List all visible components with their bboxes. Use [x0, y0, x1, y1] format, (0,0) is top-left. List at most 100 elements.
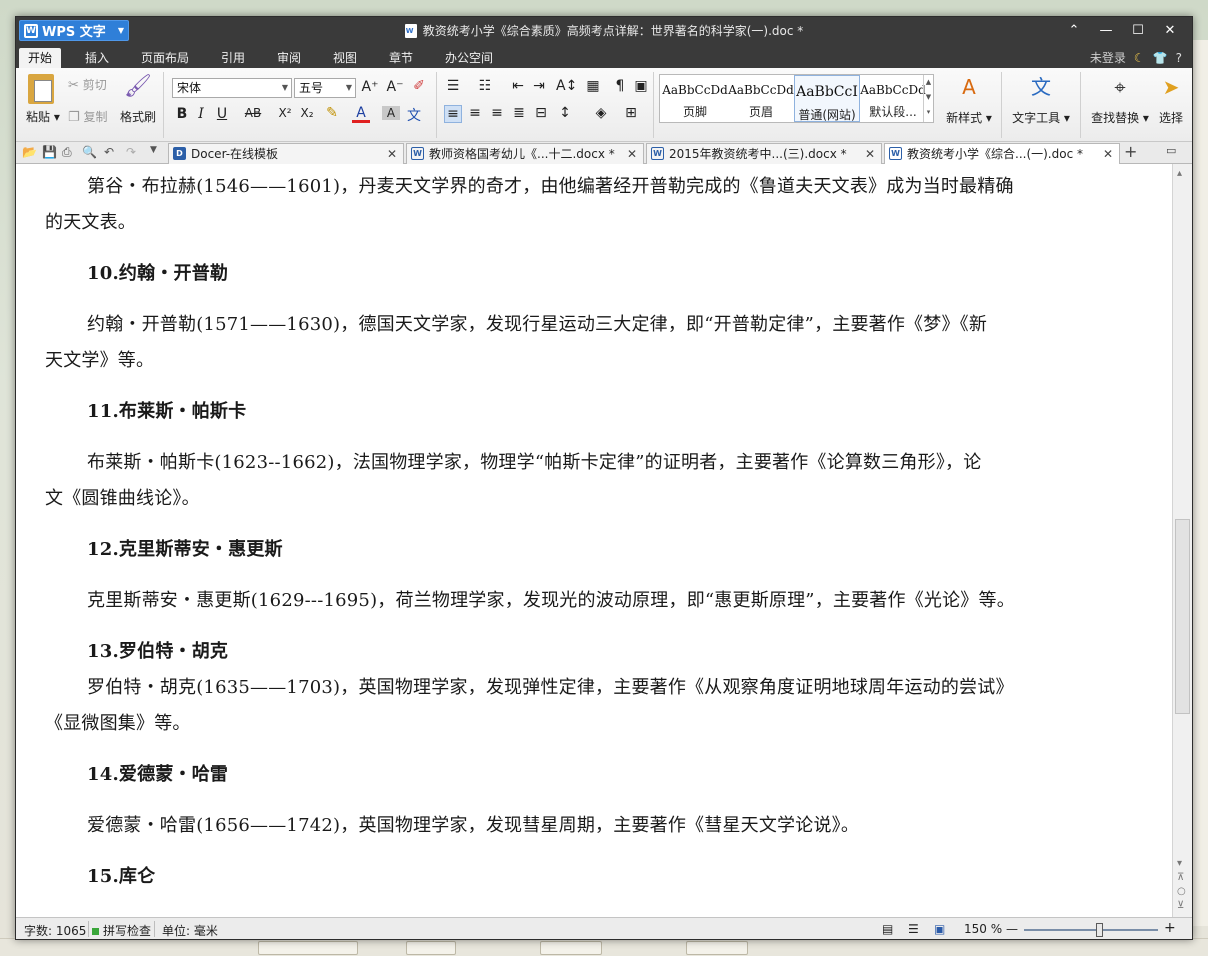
desktop-right-window-edge	[1192, 40, 1208, 926]
underline-button[interactable]: U	[213, 106, 231, 122]
justify-button[interactable]: ≣	[510, 105, 528, 121]
increase-indent-icon[interactable]: ⇥	[530, 78, 548, 94]
open-folder-icon[interactable]: 📂	[22, 145, 37, 159]
decrease-indent-icon[interactable]: ⇤	[509, 78, 527, 94]
brush-icon[interactable]: 🖌	[124, 74, 152, 99]
bullet-list-icon[interactable]: ☰	[444, 78, 462, 94]
close-icon[interactable]: ✕	[627, 144, 637, 164]
zoom-in-button[interactable]: +	[1164, 920, 1176, 936]
spell-check-button[interactable]: 拼写检查	[92, 922, 151, 939]
page-view-icon[interactable]: ▤	[882, 922, 893, 936]
style-header[interactable]: AaBbCcDd 页眉	[728, 75, 794, 122]
borders-icon[interactable]: ⊞	[622, 105, 640, 121]
format-painter-button[interactable]: 格式刷	[120, 108, 156, 125]
zoom-slider-thumb[interactable]	[1096, 923, 1103, 937]
bold-button[interactable]: B	[173, 106, 191, 122]
shirt-icon[interactable]: 👕	[1153, 51, 1168, 65]
clear-format-icon[interactable]: ✐	[410, 78, 428, 94]
tab-document-2[interactable]: W 2015年教资统考中...(三).docx * ✕	[646, 143, 882, 164]
gallery-scroll[interactable]: ▲ ▼ ▾	[923, 75, 933, 122]
char-shading-icon[interactable]: A	[382, 106, 400, 120]
tab-insert[interactable]: 插入	[76, 48, 118, 68]
strikethrough-button[interactable]: AB	[241, 106, 265, 120]
quick-access-menu-icon[interactable]: ▼	[150, 145, 157, 155]
table-icon[interactable]: ▦	[584, 78, 602, 94]
zoom-slider-track[interactable]	[1024, 929, 1158, 931]
tab-document-active[interactable]: W 教资统考小学《综合...(一).doc * ✕	[884, 143, 1120, 164]
scroll-up-icon[interactable]: ▴	[1177, 168, 1182, 179]
collapse-ribbon-button[interactable]: ⌃	[1058, 19, 1090, 41]
word-count[interactable]: 字数: 1065	[24, 922, 86, 939]
page-border-icon[interactable]: ▣	[632, 78, 650, 94]
select-button[interactable]: ➤ 选择	[1156, 74, 1186, 126]
paste-button[interactable]: 粘贴 ▾	[26, 108, 60, 125]
find-replace-button[interactable]: ⌖ 查找替换 ▾	[1088, 74, 1152, 126]
close-icon[interactable]: ✕	[387, 144, 397, 164]
phonetic-icon[interactable]: 文	[405, 105, 423, 125]
align-right-button[interactable]: ≡	[488, 105, 506, 121]
document-page[interactable]: 第谷・布拉赫(1546——1601)，丹麦天文学界的奇才，由他编著经开普勒完成的…	[16, 164, 1172, 917]
zoom-out-button[interactable]: —	[1006, 922, 1018, 936]
undo-icon[interactable]: ↶	[104, 145, 114, 159]
tab-view[interactable]: 视图	[324, 48, 366, 68]
font-size-select[interactable]: 五号 ▼	[294, 78, 356, 98]
scroll-down-icon[interactable]: ▾	[1177, 858, 1182, 869]
next-page-icon[interactable]: ⊻	[1177, 900, 1184, 911]
tab-page-layout[interactable]: 页面布局	[132, 48, 198, 68]
close-icon[interactable]: ✕	[865, 144, 875, 164]
shrink-font-icon[interactable]: A⁻	[386, 79, 404, 95]
prev-page-icon[interactable]: ⊼	[1177, 872, 1184, 883]
login-status[interactable]: 未登录	[1090, 49, 1126, 66]
tab-docer-templates[interactable]: D Docer-在线模板 ✕	[168, 143, 404, 164]
subscript-button[interactable]: X₂	[298, 106, 316, 120]
new-tab-button[interactable]: +	[1124, 142, 1137, 161]
cut-button[interactable]: ✂ 剪切	[68, 76, 107, 93]
align-center-button[interactable]: ≡	[466, 105, 484, 121]
text-tools-button[interactable]: 文 文字工具 ▾	[1010, 74, 1072, 126]
tab-office-space[interactable]: 办公空间	[436, 48, 502, 68]
web-view-icon[interactable]: ▣	[934, 922, 945, 936]
tab-references[interactable]: 引用	[212, 48, 254, 68]
print-preview-icon[interactable]: 🔍	[82, 145, 97, 159]
outline-view-icon[interactable]: ☰	[908, 922, 919, 936]
highlight-icon[interactable]: ✎	[323, 105, 341, 121]
paragraph-mark-icon[interactable]: ¶	[611, 78, 629, 94]
document-tab-bar: 📂 💾 ⎙ 🔍 ↶ ↷ ▼ D Docer-在线模板 ✕ W 教师资格国考幼儿《…	[16, 142, 1192, 164]
select-browse-icon[interactable]: ○	[1177, 886, 1186, 897]
maximize-button[interactable]: ☐	[1122, 19, 1154, 41]
close-icon[interactable]: ✕	[1103, 144, 1113, 164]
font-color-icon[interactable]: A	[352, 105, 370, 123]
style-default-paragraph[interactable]: AaBbCcDd 默认段...	[860, 75, 926, 122]
save-icon[interactable]: 💾	[42, 145, 57, 159]
unit-indicator[interactable]: 单位: 毫米	[162, 922, 218, 939]
moon-icon[interactable]: ☾	[1134, 51, 1145, 65]
font-name-select[interactable]: 宋体 ▼	[172, 78, 292, 98]
print-icon[interactable]: ⎙	[62, 145, 72, 160]
paste-icon[interactable]	[28, 74, 54, 104]
copy-button[interactable]: ❐ 复制	[68, 108, 108, 125]
line-spacing-icon[interactable]: ↕	[556, 105, 574, 121]
tab-home[interactable]: 开始	[19, 48, 62, 68]
minimize-button[interactable]: —	[1090, 19, 1122, 41]
scroll-thumb[interactable]	[1175, 519, 1190, 714]
distributed-align-button[interactable]: ⊟	[532, 105, 550, 121]
tab-document-1[interactable]: W 教师资格国考幼儿《...十二.docx * ✕	[406, 143, 644, 164]
tab-chapter[interactable]: 章节	[380, 48, 422, 68]
superscript-button[interactable]: X²	[276, 106, 294, 120]
tab-review[interactable]: 审阅	[268, 48, 310, 68]
new-style-button[interactable]: A 新样式 ▾	[944, 74, 994, 126]
zoom-level[interactable]: 150 %	[964, 922, 1002, 936]
align-left-button[interactable]: ≡	[444, 105, 462, 123]
text-direction-icon[interactable]: A↕	[556, 78, 577, 94]
grow-font-icon[interactable]: A⁺	[361, 79, 379, 95]
help-button[interactable]: ?	[1176, 51, 1182, 65]
style-footer[interactable]: AaBbCcDd 页脚	[662, 75, 728, 122]
style-normal-web[interactable]: AaBbCcI 普通(网站)	[794, 75, 860, 122]
tab-list-icon[interactable]: ▭	[1166, 144, 1176, 157]
italic-button[interactable]: I	[192, 106, 210, 122]
close-button[interactable]: ✕	[1154, 19, 1186, 41]
numbered-list-icon[interactable]: ☷	[476, 78, 494, 94]
shading-icon[interactable]: ◈	[592, 105, 610, 121]
vertical-scrollbar[interactable]: ▴ ▾ ⊼ ○ ⊻	[1172, 164, 1192, 917]
redo-icon[interactable]: ↷	[126, 145, 136, 159]
